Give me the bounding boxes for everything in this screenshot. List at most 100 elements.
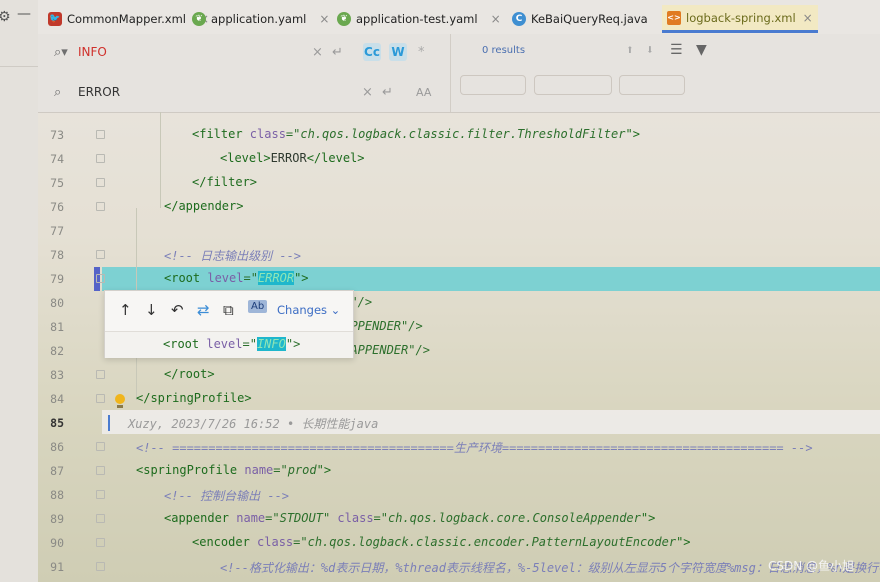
replace-all-button[interactable] <box>534 75 612 95</box>
tab-commonmapper[interactable]: 🐦 CommonMapper.xml × <box>48 6 209 32</box>
previous-change-icon[interactable]: ↑ <box>119 301 132 319</box>
code-text: <level>ERROR</level> <box>220 151 365 165</box>
fold-marker[interactable] <box>96 490 105 499</box>
close-icon[interactable]: × <box>803 11 813 25</box>
spring-leaf-icon: ❦ <box>337 12 351 26</box>
replace-input[interactable]: ERROR <box>78 85 120 99</box>
fold-marker[interactable] <box>96 130 105 139</box>
newline-icon[interactable]: ↵ <box>382 85 393 100</box>
code-line: 87 <springProfile name="prod"> <box>38 459 880 483</box>
code-line: 76 </appender> <box>38 195 880 219</box>
blame-annotation: Xuzy, 2023/7/26 16:52 • 长期性能java <box>128 417 379 431</box>
code-token: <level> <box>220 151 271 165</box>
line-number: 91 <box>50 560 64 574</box>
diff-popup: ↑ ↓ ↶ ⇄ ⧉ Ab Changes ⌄ <root level="INFO… <box>104 290 354 358</box>
line-number: 90 <box>50 536 64 550</box>
line-number: 88 <box>50 488 64 502</box>
code-token: ch.qos.logback.core.ConsoleAppender <box>388 511 641 525</box>
changes-dropdown[interactable]: Changes ⌄ <box>277 303 340 317</box>
lightbulb-icon[interactable] <box>115 394 127 408</box>
tab-application-test-yaml[interactable]: ❦ application-test.yaml × <box>337 6 501 32</box>
code-token: class <box>337 511 374 525</box>
line-number: 80 <box>50 296 64 310</box>
code-text: <appender name="STDOUT" class="ch.qos.lo… <box>164 511 656 525</box>
find-input[interactable]: INFO <box>78 45 107 59</box>
code-token: "> <box>640 511 656 525</box>
line-number: 79 <box>50 272 64 286</box>
replace-row: ⌕ ERROR × ↵ AA <box>38 74 450 110</box>
show-diff-icon[interactable]: ⇄ <box>197 301 210 319</box>
xml-file-icon: <> <box>667 10 681 25</box>
clear-icon[interactable]: × <box>362 85 373 100</box>
line-number: 84 <box>50 392 64 406</box>
prev-occurrence-icon[interactable]: ⬆ <box>626 43 634 58</box>
search-icon[interactable]: ⌕▾ <box>54 45 68 60</box>
search-history-icon[interactable]: ⌕ <box>54 85 61 100</box>
code-token: <encoder <box>192 535 258 549</box>
fold-marker[interactable] <box>96 394 105 403</box>
code-text: <!-- 控制台输出 --> <box>164 487 289 504</box>
fold-marker[interactable] <box>96 250 105 259</box>
tab-logback-spring[interactable]: <> logback-spring.xml × <box>662 5 818 33</box>
next-change-icon[interactable]: ↓ <box>145 301 158 319</box>
watermark: CSDN @鱼小旭 <box>767 559 854 573</box>
tab-kebaiqueryreq[interactable]: C KeBaiQueryReq.java × <box>512 6 671 32</box>
fold-marker[interactable] <box>96 202 105 211</box>
fold-marker[interactable] <box>96 442 105 451</box>
find-replace-panel: ⌕▾ INFO × ↵ Cc W * ⌕ ERROR × ↵ AA 0 resu… <box>38 34 880 113</box>
fold-marker[interactable] <box>96 562 105 571</box>
replace-button[interactable] <box>460 75 526 95</box>
exclude-button[interactable] <box>619 75 685 95</box>
left-tool-strip: ⚙ — <box>0 0 38 582</box>
fold-marker[interactable] <box>96 178 105 187</box>
code-line: 86 <!-- =================================… <box>38 435 880 459</box>
line-number: 82 <box>50 344 64 358</box>
code-token: </filter> <box>192 175 258 189</box>
preserve-case-toggle[interactable]: AA <box>416 86 431 99</box>
line-number: 89 <box>50 512 64 526</box>
code-line: 74 <level>ERROR</level> <box>38 147 880 171</box>
code-line: 78 <!-- 日志输出级别 --> <box>38 243 880 267</box>
fold-marker[interactable] <box>96 466 105 475</box>
code-text: <springProfile name="prod"> <box>136 463 332 477</box>
code-line: 75 </filter> <box>38 171 880 195</box>
code-token: "> <box>676 535 691 549</box>
code-token: level <box>207 271 244 285</box>
search-match: ERROR <box>257 271 295 285</box>
match-case-toggle[interactable]: Cc <box>363 43 381 61</box>
regex-icon[interactable]: * <box>418 45 425 60</box>
minimize-icon[interactable]: — <box>17 6 31 22</box>
close-icon[interactable]: × <box>319 12 329 26</box>
code-token: </appender> <box>164 199 244 213</box>
copy-icon[interactable]: ⧉ <box>223 301 234 319</box>
code-token: class <box>257 535 294 549</box>
next-occurrence-icon[interactable]: ⬇ <box>646 43 654 58</box>
spring-leaf-icon: ❦ <box>192 12 206 26</box>
code-line: 89 <appender name="STDOUT" class="ch.qos.… <box>38 507 880 531</box>
clear-icon[interactable]: × <box>312 45 323 60</box>
newline-icon[interactable]: ↵ <box>332 45 343 60</box>
fold-marker[interactable] <box>96 274 105 283</box>
code-token: "> <box>294 271 309 285</box>
code-line: 79 <root level="ERROR"> <box>38 267 880 291</box>
tab-application-yaml[interactable]: ❦ application.yaml × <box>192 6 329 32</box>
whole-words-toggle[interactable]: W <box>389 43 407 61</box>
rollback-icon[interactable]: ↶ <box>171 301 184 319</box>
editor-tab-bar: 🐦 CommonMapper.xml × ❦ application.yaml … <box>38 0 880 35</box>
highlight-words-toggle[interactable]: Ab <box>248 300 268 313</box>
results-count: 0 results <box>482 45 526 56</box>
filter-icon[interactable]: ▼ <box>696 42 707 58</box>
code-line: 91 <!--格式化输出：%d表示日期，%thread表示线程名，%-5level… <box>38 555 880 579</box>
code-token: </level> <box>306 151 365 165</box>
settings-icon[interactable]: ⚙ <box>0 9 11 25</box>
fold-marker[interactable] <box>96 370 105 379</box>
filter-list-icon[interactable]: ☰ <box>670 42 683 58</box>
fold-marker[interactable] <box>96 514 105 523</box>
previous-code-line: <root level="INFO"> <box>105 331 353 358</box>
fold-marker[interactable] <box>96 538 105 547</box>
code-line: 90 <encoder class="ch.qos.logback.classic… <box>38 531 880 555</box>
code-token: <appender <box>164 511 237 525</box>
fold-marker[interactable] <box>96 154 105 163</box>
code-line: 84 </springProfile> <box>38 387 880 411</box>
close-icon[interactable]: × <box>491 12 501 26</box>
